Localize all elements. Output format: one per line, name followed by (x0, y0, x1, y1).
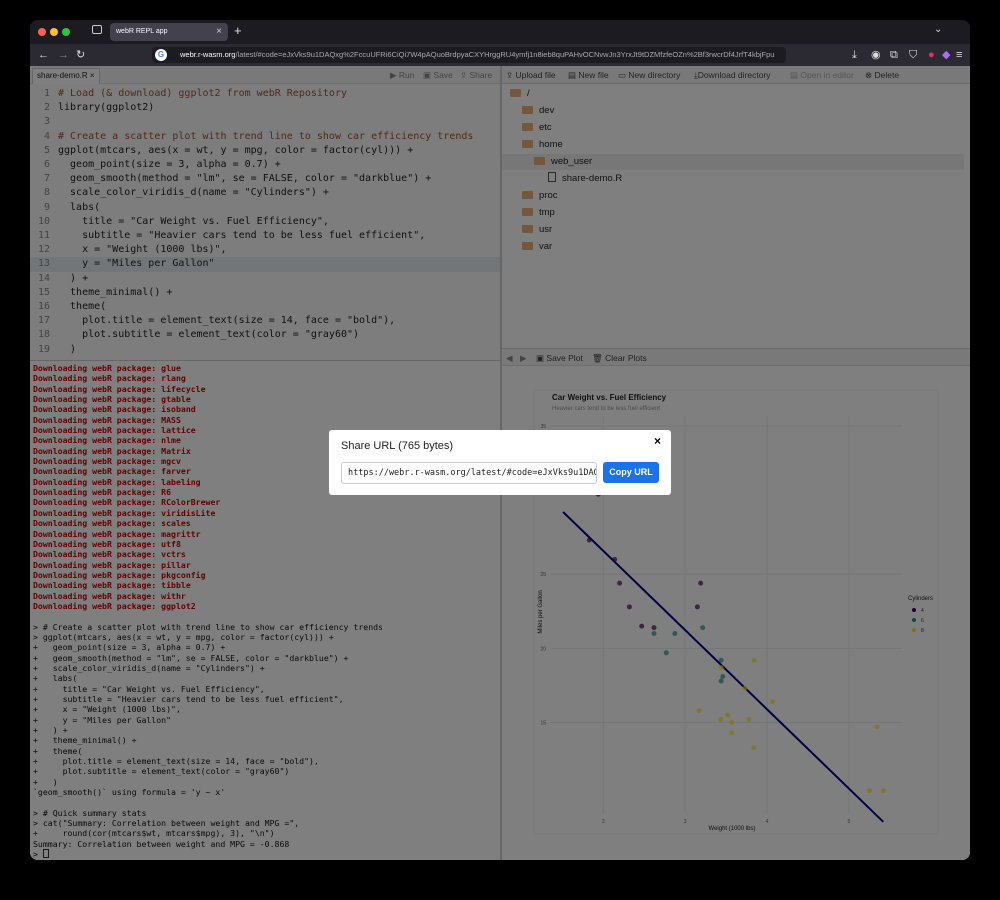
forward-icon[interactable]: → (58, 48, 69, 62)
url-domain: r-wasm.org (197, 50, 236, 59)
webr-app: share-demo.R × ▶ Run ▣ Save ⇪ Share 1# L… (30, 66, 970, 860)
zoom-window-button[interactable] (62, 28, 70, 36)
url-bar[interactable]: webr.r-wasm.org/latest/#code=eJxVks9u1DA… (152, 47, 786, 63)
extensions-icon[interactable]: ⧉ (890, 48, 898, 62)
menu-icon[interactable]: ≡ (956, 48, 962, 62)
close-icon[interactable]: × (216, 23, 222, 41)
share-url-input[interactable]: https://webr.r-wasm.org/latest/#code=eJx… (341, 462, 597, 484)
minimize-window-button[interactable] (50, 28, 58, 36)
addon-icon[interactable]: ◆ (942, 48, 950, 62)
chevron-down-icon[interactable]: ⌄ (934, 24, 942, 35)
close-window-button[interactable] (38, 28, 46, 36)
browser-tab-title: webR REPL app (116, 28, 168, 35)
back-icon[interactable]: ← (38, 48, 49, 62)
shield-icon[interactable]: ⛉ (909, 48, 917, 62)
tab-bar: webR REPL app × + ⌄ (30, 20, 970, 44)
sidebar-icon[interactable] (92, 25, 102, 34)
url-path: /latest/#code=eJxVks9u1DAQxg%2FccuUFRi6C… (235, 50, 775, 59)
browser-window: webR REPL app × + ⌄ ← → ↻ webr.r-wasm.org… (30, 20, 970, 860)
url-prefix: webr. (180, 50, 198, 59)
share-dialog: Share URL (765 bytes) × https://webr.r-w… (329, 430, 671, 495)
new-tab-icon[interactable]: + (234, 23, 242, 38)
pocket-icon[interactable]: ● (928, 48, 935, 62)
browser-tab[interactable]: webR REPL app × (110, 23, 228, 41)
nav-bar: ← → ↻ webr.r-wasm.org/latest/#code=eJxVk… (30, 44, 970, 66)
copy-url-button[interactable]: Copy URL (603, 462, 659, 483)
reload-icon[interactable]: ↻ (76, 48, 85, 62)
site-google-icon[interactable]: G (155, 49, 167, 61)
close-icon[interactable]: × (654, 434, 661, 448)
account-icon[interactable]: ◉ (871, 48, 881, 62)
share-dialog-title: Share URL (765 bytes) (341, 440, 454, 452)
download-icon[interactable]: ⤓ (852, 48, 857, 62)
